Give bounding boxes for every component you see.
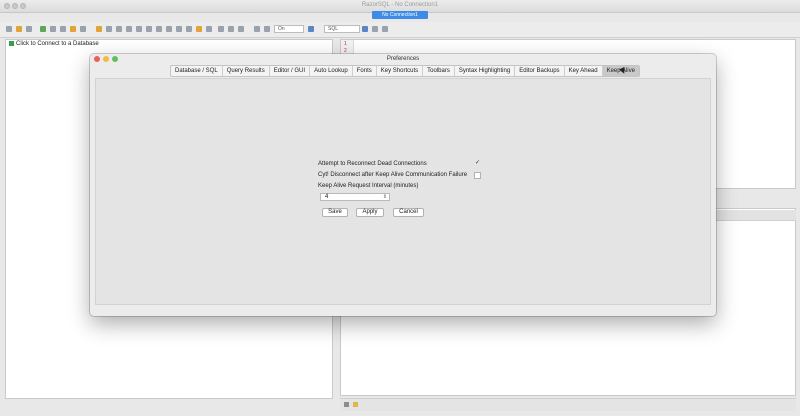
paste-icon[interactable] <box>70 26 76 32</box>
info-icon[interactable] <box>382 26 388 32</box>
reconnect-checkbox[interactable]: ✓ <box>474 160 481 168</box>
save-button[interactable]: Save <box>322 208 348 217</box>
status-icon[interactable] <box>344 402 349 407</box>
zoom-out-icon[interactable] <box>254 26 260 32</box>
keep-alive-panel: Attempt to Reconnect Dead Connections ✓ … <box>95 78 711 305</box>
tab-fonts[interactable]: Fonts <box>353 66 377 76</box>
calendar-icon[interactable] <box>308 26 314 32</box>
disconnect-label: Cyt! Disconnect after Keep Alive Communi… <box>318 172 468 178</box>
interval-label: Keep Alive Request Interval (minutes) <box>318 183 419 189</box>
stop-icon[interactable] <box>116 26 122 32</box>
reconnect-label: Attempt to Reconnect Dead Connections <box>318 161 427 167</box>
download-icon[interactable] <box>238 26 244 32</box>
format-icon[interactable] <box>126 26 132 32</box>
font-size-spinner[interactable]: On <box>274 25 304 33</box>
open-folder-icon[interactable] <box>16 26 22 32</box>
new-file-icon[interactable] <box>6 26 12 32</box>
app-title: RazorSQL - No Connection1 <box>361 2 439 8</box>
status-bar <box>340 398 796 411</box>
outdent-icon[interactable] <box>156 26 162 32</box>
up-down-arrows-icon[interactable]: ⇕ <box>383 194 387 201</box>
lower-case-icon[interactable] <box>176 26 182 32</box>
lightbulb-icon[interactable] <box>353 402 358 407</box>
save-icon[interactable] <box>26 26 32 32</box>
preferences-dialog: Preferences Database / SQL Query Results… <box>90 54 716 316</box>
connect-icon[interactable] <box>40 26 46 32</box>
interval-spinner[interactable]: 4 ⇕ <box>320 193 390 201</box>
run-icon[interactable] <box>96 26 102 32</box>
bookmark-icon[interactable] <box>196 26 202 32</box>
tab-editor-gui[interactable]: Editor / GUI <box>270 66 311 76</box>
language-select[interactable]: SQL <box>324 25 360 33</box>
upper-case-icon[interactable] <box>166 26 172 32</box>
tab-key-ahead[interactable]: Key Ahead <box>565 66 603 76</box>
checkmark-icon: ✓ <box>474 160 481 166</box>
help-icon[interactable] <box>362 26 368 32</box>
zoom-in-icon[interactable] <box>264 26 270 32</box>
connect-row[interactable]: Click to Connect to a Database <box>9 41 99 47</box>
apply-button[interactable]: Apply <box>356 208 384 217</box>
settings-icon[interactable] <box>372 26 378 32</box>
connection-badge[interactable]: No Connection1 <box>372 11 428 19</box>
next-icon[interactable] <box>218 26 224 32</box>
line-number: 1 <box>344 41 347 47</box>
connect-label: Click to Connect to a Database <box>16 41 99 48</box>
tab-syntax-highlighting[interactable]: Syntax Highlighting <box>455 66 516 76</box>
run-all-icon[interactable] <box>106 26 112 32</box>
favorites-icon[interactable] <box>206 26 212 32</box>
dialog-title: Preferences <box>386 56 420 62</box>
disconnect-checkbox[interactable] <box>474 172 481 179</box>
tab-key-shortcuts[interactable]: Key Shortcuts <box>377 66 424 76</box>
indent-icon[interactable] <box>146 26 152 32</box>
previous-icon[interactable] <box>228 26 234 32</box>
preferences-tab-bar: Database / SQL Query Results Editor / GU… <box>170 65 640 77</box>
tab-editor-backups[interactable]: Editor Backups <box>515 66 565 76</box>
disconnect-icon[interactable] <box>50 26 56 32</box>
tab-toolbars[interactable]: Toolbars <box>423 66 455 76</box>
find-icon[interactable] <box>80 26 86 32</box>
history-icon[interactable] <box>186 26 192 32</box>
interval-value: 4 <box>325 194 329 200</box>
tab-query-results[interactable]: Query Results <box>223 66 270 76</box>
tab-auto-lookup[interactable]: Auto Lookup <box>310 66 353 76</box>
copy-icon[interactable] <box>60 26 66 32</box>
cancel-button[interactable]: Cancel <box>393 208 424 217</box>
comment-icon[interactable] <box>136 26 142 32</box>
main-toolbar: On SQL <box>0 22 800 38</box>
tab-database-sql[interactable]: Database / SQL <box>171 66 223 76</box>
connect-icon <box>9 41 14 46</box>
